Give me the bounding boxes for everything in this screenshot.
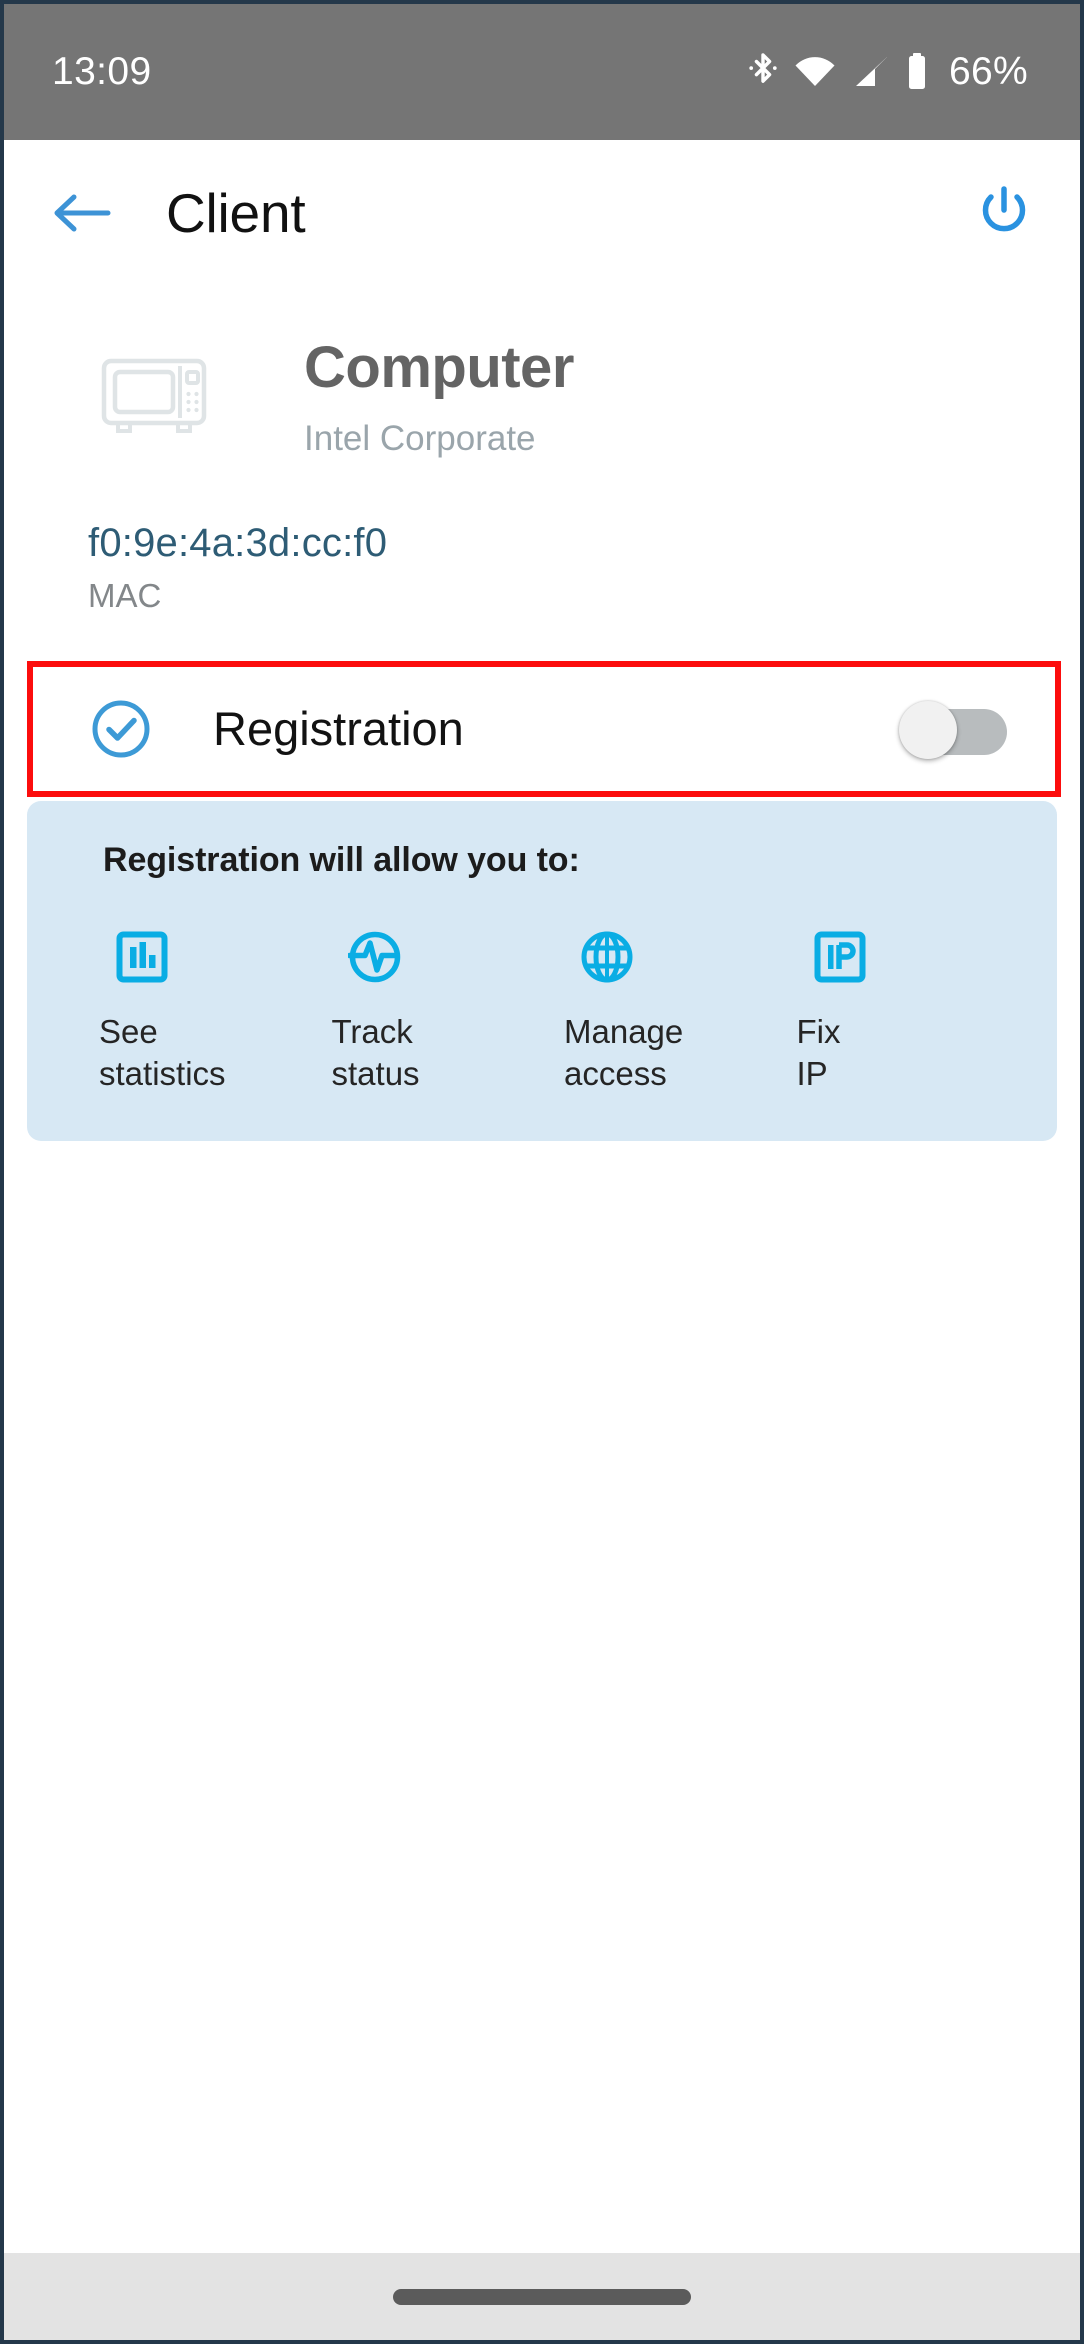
status-bar-clock: 13:09: [52, 50, 152, 93]
content-filler: [4, 1141, 1080, 2202]
phone-screen: 13:09 66% Client Computer Intel Corporat…: [0, 0, 1084, 2344]
device-text: Computer Intel Corporate: [304, 335, 1080, 459]
device-name: Computer: [304, 335, 574, 400]
feature-label: See statistics: [99, 1012, 226, 1093]
mac-label: MAC: [88, 576, 162, 614]
computer-monitor-icon: [101, 358, 207, 433]
registration-toggle[interactable]: [899, 700, 1007, 759]
status-bar-icons: 66%: [747, 50, 1028, 94]
power-button[interactable]: [972, 181, 1036, 245]
back-button[interactable]: [50, 181, 114, 245]
wifi-icon: [793, 55, 837, 89]
registration-row[interactable]: Registration: [27, 661, 1061, 797]
home-gesture-pill[interactable]: [393, 2288, 691, 2305]
feature-see-statistics: See statistics: [99, 928, 332, 1095]
feature-label: Manage access: [564, 1012, 684, 1093]
feature-grid: See statistics Track status Manage acces…: [27, 928, 1057, 1095]
pulse-circle-icon: [346, 928, 404, 986]
device-hero: Computer Intel Corporate: [4, 286, 1080, 459]
device-icon-wrap: [4, 338, 304, 436]
battery-icon: [905, 52, 929, 92]
info-panel-title: Registration will allow you to:: [103, 840, 580, 879]
system-navigation-bar: [4, 2253, 1080, 2340]
check-circle-icon: [90, 698, 152, 760]
feature-manage-access: Manage access: [564, 928, 797, 1095]
power-icon: [982, 186, 1026, 232]
registration-zone: Registration: [4, 660, 1080, 801]
app-bar: Client: [4, 140, 1080, 286]
battery-percent-label: 66%: [949, 50, 1028, 93]
registration-label: Registration: [213, 702, 464, 756]
feature-fix-ip: Fix IP: [797, 928, 1030, 1095]
bar-chart-icon: [113, 928, 171, 986]
page-title: Client: [166, 181, 306, 244]
mac-block: f0:9e:4a:3d:cc:f0 MAC: [4, 459, 1080, 615]
info-panel: Registration will allow you to: See stati…: [27, 800, 1057, 1142]
toggle-knob: [899, 700, 957, 759]
device-vendor: Intel Corporate: [304, 418, 536, 458]
back-arrow-icon: [54, 194, 111, 232]
feature-label: Track status: [331, 1012, 420, 1093]
ip-box-icon: [811, 928, 869, 986]
bluetooth-icon: [747, 51, 779, 93]
feature-track-status: Track status: [332, 928, 565, 1095]
globe-icon: [578, 928, 636, 986]
feature-label: Fix IP: [796, 1012, 841, 1093]
mac-value[interactable]: f0:9e:4a:3d:cc:f0: [88, 521, 1080, 566]
cellular-signal-icon: [851, 55, 891, 89]
status-bar: 13:09 66%: [4, 4, 1080, 140]
